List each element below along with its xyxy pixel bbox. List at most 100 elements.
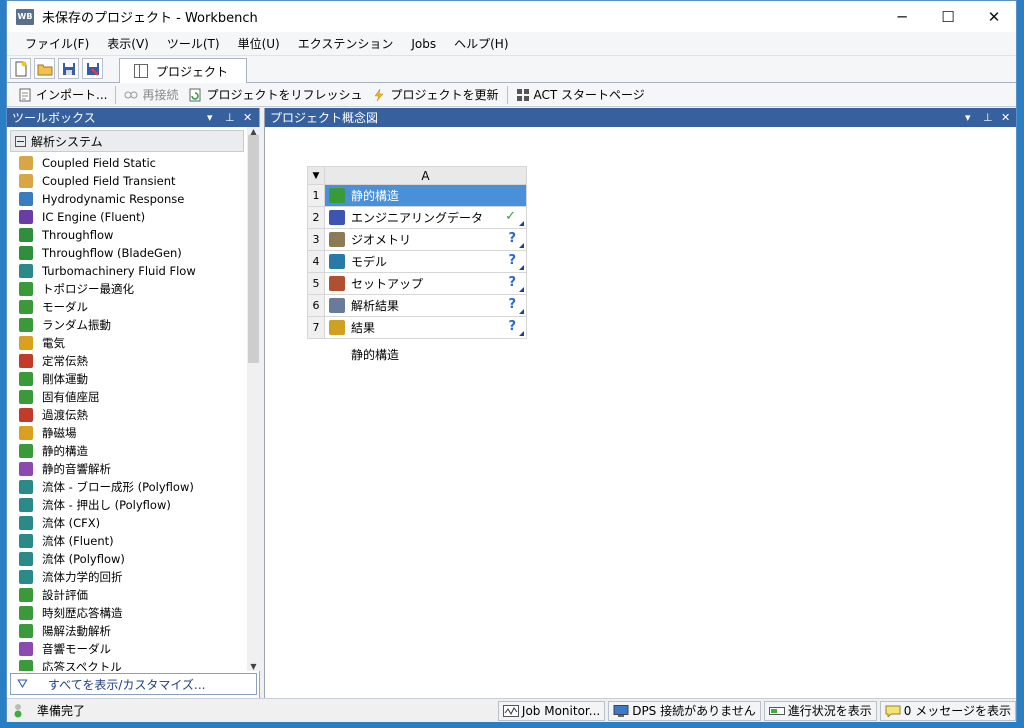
toolbox-item[interactable]: 音響モーダル	[7, 640, 247, 658]
toolbox-item[interactable]: 固有値座屈	[7, 388, 247, 406]
menu-jobs[interactable]: Jobs	[402, 37, 445, 51]
menu-tools[interactable]: ツール(T)	[158, 35, 229, 52]
menu-file[interactable]: ファイル(F)	[16, 35, 98, 52]
maximize-button[interactable]: ☐	[925, 1, 971, 32]
show-progress-button[interactable]: 進行状況を表示	[763, 700, 877, 721]
toolbox-item-label: IC Engine (Fluent)	[42, 210, 146, 224]
toolbox-item-label: Throughflow (BladeGen)	[42, 246, 182, 260]
toolbox-item[interactable]: Hydrodynamic Response	[7, 190, 247, 208]
toolbox-item[interactable]: Coupled Field Static	[7, 154, 247, 172]
dps-connection-button[interactable]: DPS 接続がありません	[608, 700, 761, 721]
unfulfilled-status-icon: ?	[508, 275, 516, 290]
cell-label: ジオメトリ	[351, 233, 412, 247]
toolbox-item[interactable]: 流体 (Fluent)	[7, 532, 247, 550]
menu-units[interactable]: 単位(U)	[229, 35, 289, 52]
analysis-systems-group[interactable]: 解析システム	[10, 130, 244, 152]
open-folder-icon[interactable]	[34, 58, 55, 79]
toolbox-item[interactable]: 時刻歴応答構造	[7, 604, 247, 622]
toolbox-item[interactable]: 流体 (Polyflow)	[7, 550, 247, 568]
toolbox-item[interactable]: Turbomachinery Fluid Flow	[7, 262, 247, 280]
toolbox-item[interactable]: IC Engine (Fluent)	[7, 208, 247, 226]
save-as-icon[interactable]	[82, 58, 103, 79]
show-messages-button[interactable]: 0 メッセージを表示	[879, 700, 1016, 721]
toolbox-item[interactable]: ランダム振動	[7, 316, 247, 334]
toolbox-item[interactable]: トポロジー最適化	[7, 280, 247, 298]
import-label: インポート...	[36, 88, 108, 102]
menu-bar: ファイル(F) 表示(V) ツール(T) 単位(U) エクステンション Jobs…	[7, 32, 1016, 56]
reconnect-button[interactable]: 再接続	[119, 84, 183, 106]
toolbox-item[interactable]: 流体力学的回折	[7, 568, 247, 586]
import-button[interactable]: インポート...	[13, 84, 112, 106]
toolbox-item[interactable]: 剛体運動	[7, 370, 247, 388]
toolbox-item[interactable]: 過渡伝熱	[7, 406, 247, 424]
new-file-icon[interactable]	[10, 58, 31, 79]
tab-project[interactable]: プロジェクト	[119, 58, 247, 83]
refresh-project-button[interactable]: プロジェクトをリフレッシュ	[183, 84, 367, 106]
toolbox-item[interactable]: 静磁場	[7, 424, 247, 442]
act-start-page-button[interactable]: ACT スタートページ	[511, 84, 650, 106]
system-cell-row[interactable]: 7 結果?	[307, 316, 527, 339]
toolbox-item[interactable]: 設計評価	[7, 586, 247, 604]
toolbox-item[interactable]: 電気	[7, 334, 247, 352]
toolbox-item[interactable]: 陽解法動解析	[7, 622, 247, 640]
menu-extensions[interactable]: エクステンション	[289, 35, 403, 52]
system-cell-row[interactable]: 2 エンジニアリングデータ ✓	[307, 206, 527, 229]
lightning-icon	[372, 88, 386, 102]
system-menu-icon[interactable]: ▼	[307, 166, 325, 185]
analysis-system-block[interactable]: ▼ A 1 静的構造 2 エンジニアリングデータ ✓ 3 ジオメトリ? 4 モデル? 5 セットアッ…	[307, 166, 527, 339]
import-icon	[18, 88, 32, 102]
job-monitor-button[interactable]: Job Monitor...	[497, 700, 606, 721]
filter-icon: ⛛	[17, 676, 28, 692]
panel-close-icon[interactable]: ✕	[243, 108, 252, 127]
toolbox-item-label: トポロジー最適化	[42, 282, 134, 296]
toolbox-item[interactable]: Coupled Field Transient	[7, 172, 247, 190]
scroll-thumb[interactable]	[248, 135, 259, 363]
close-button[interactable]: ✕	[971, 1, 1017, 32]
status-ready: 準備完了	[7, 702, 495, 719]
toolbox-item[interactable]: 流体 - ブロー成形 (Polyflow)	[7, 478, 247, 496]
analysis-system-icon	[19, 642, 33, 656]
toolbox-item[interactable]: 静的音響解析	[7, 460, 247, 478]
panel-dropdown-icon[interactable]: ▾	[207, 108, 213, 127]
show-all-customize-link[interactable]: ⛛ すべてを表示/カスタマイズ...	[10, 673, 257, 695]
analysis-system-icon	[19, 552, 33, 566]
system-cell-row[interactable]: 4 モデル?	[307, 250, 527, 273]
panel-close-icon[interactable]: ✕	[1001, 108, 1010, 127]
menu-help[interactable]: ヘルプ(H)	[445, 35, 517, 52]
scroll-down-icon[interactable]: ▼	[248, 662, 259, 671]
title-bar: WB 未保存のプロジェクト - Workbench ─ ☐ ✕	[7, 1, 1016, 32]
panel-dropdown-icon[interactable]: ▾	[965, 108, 971, 127]
toolbox-scrollbar[interactable]: ▲ ▼	[247, 127, 260, 671]
toolbox-item[interactable]: 流体 - 押出し (Polyflow)	[7, 496, 247, 514]
pin-icon[interactable]: ⊥	[983, 108, 993, 127]
system-cell-row[interactable]: 3 ジオメトリ?	[307, 228, 527, 251]
update-project-button[interactable]: プロジェクトを更新	[367, 84, 503, 106]
system-cell-row[interactable]: 5 セットアップ?	[307, 272, 527, 295]
save-icon[interactable]	[58, 58, 79, 79]
unfulfilled-status-icon: ?	[508, 319, 516, 334]
refresh-project-label: プロジェクトをリフレッシュ	[206, 88, 363, 102]
toolbox-item[interactable]: モーダル	[7, 298, 247, 316]
toolbox-item[interactable]: Throughflow	[7, 226, 247, 244]
system-name-label[interactable]: 静的構造	[351, 346, 399, 363]
pin-icon[interactable]: ⊥	[225, 108, 235, 127]
analysis-system-icon	[19, 318, 33, 332]
toolbox-item[interactable]: 定常伝熱	[7, 352, 247, 370]
system-cell-row[interactable]: 1 静的構造	[307, 184, 527, 207]
toolbox-title: ツールボックス	[12, 111, 96, 125]
system-cell-row[interactable]: 6 解析結果?	[307, 294, 527, 317]
toolbox-item[interactable]: Throughflow (BladeGen)	[7, 244, 247, 262]
row-number: 5	[307, 272, 325, 295]
minimize-button[interactable]: ─	[879, 1, 925, 32]
toolbox-item[interactable]: 静的構造	[7, 442, 247, 460]
reconnect-icon	[124, 88, 138, 102]
collapse-icon[interactable]	[15, 135, 26, 147]
reconnect-label: 再接続	[142, 88, 179, 102]
toolbox-item-label: 流体 (Fluent)	[42, 534, 114, 548]
menu-view[interactable]: 表示(V)	[98, 35, 158, 52]
cell-label: 結果	[351, 321, 376, 335]
toolbox-item[interactable]: 流体 (CFX)	[7, 514, 247, 532]
cell-corner-icon	[519, 265, 524, 270]
toolbox-item[interactable]: 応答スペクトル	[7, 658, 247, 671]
analysis-system-icon	[19, 516, 33, 530]
